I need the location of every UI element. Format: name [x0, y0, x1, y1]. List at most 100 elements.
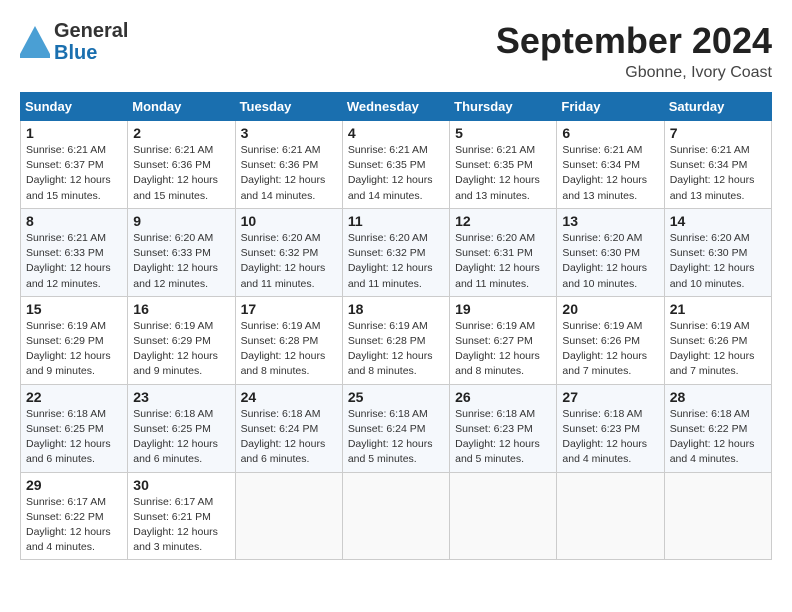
- day-number: 14: [670, 213, 766, 229]
- day-number: 13: [562, 213, 658, 229]
- calendar-cell: [664, 472, 771, 560]
- day-info: Sunrise: 6:19 AM Sunset: 6:28 PM Dayligh…: [241, 319, 337, 380]
- day-info: Sunrise: 6:18 AM Sunset: 6:25 PM Dayligh…: [26, 407, 122, 468]
- calendar-cell: [342, 472, 449, 560]
- day-info: Sunrise: 6:20 AM Sunset: 6:33 PM Dayligh…: [133, 231, 229, 292]
- day-number: 15: [26, 301, 122, 317]
- day-number: 12: [455, 213, 551, 229]
- day-info: Sunrise: 6:18 AM Sunset: 6:25 PM Dayligh…: [133, 407, 229, 468]
- day-info: Sunrise: 6:18 AM Sunset: 6:23 PM Dayligh…: [455, 407, 551, 468]
- day-number: 17: [241, 301, 337, 317]
- day-info: Sunrise: 6:19 AM Sunset: 6:27 PM Dayligh…: [455, 319, 551, 380]
- day-number: 28: [670, 389, 766, 405]
- day-info: Sunrise: 6:19 AM Sunset: 6:28 PM Dayligh…: [348, 319, 444, 380]
- day-number: 21: [670, 301, 766, 317]
- calendar-cell: 11 Sunrise: 6:20 AM Sunset: 6:32 PM Dayl…: [342, 208, 449, 296]
- calendar-week-2: 8 Sunrise: 6:21 AM Sunset: 6:33 PM Dayli…: [21, 208, 772, 296]
- calendar-header-tuesday: Tuesday: [235, 93, 342, 121]
- day-number: 18: [348, 301, 444, 317]
- day-info: Sunrise: 6:18 AM Sunset: 6:22 PM Dayligh…: [670, 407, 766, 468]
- day-number: 27: [562, 389, 658, 405]
- day-number: 10: [241, 213, 337, 229]
- day-number: 26: [455, 389, 551, 405]
- day-info: Sunrise: 6:20 AM Sunset: 6:31 PM Dayligh…: [455, 231, 551, 292]
- day-info: Sunrise: 6:18 AM Sunset: 6:24 PM Dayligh…: [348, 407, 444, 468]
- day-info: Sunrise: 6:21 AM Sunset: 6:34 PM Dayligh…: [562, 143, 658, 204]
- calendar-cell: 4 Sunrise: 6:21 AM Sunset: 6:35 PM Dayli…: [342, 121, 449, 209]
- day-number: 4: [348, 125, 444, 141]
- day-info: Sunrise: 6:21 AM Sunset: 6:33 PM Dayligh…: [26, 231, 122, 292]
- calendar-header-friday: Friday: [557, 93, 664, 121]
- day-info: Sunrise: 6:19 AM Sunset: 6:29 PM Dayligh…: [26, 319, 122, 380]
- page-header: General Blue September 2024 Gbonne, Ivor…: [20, 20, 772, 82]
- calendar-cell: 17 Sunrise: 6:19 AM Sunset: 6:28 PM Dayl…: [235, 296, 342, 384]
- calendar-cell: 24 Sunrise: 6:18 AM Sunset: 6:24 PM Dayl…: [235, 384, 342, 472]
- calendar-cell: 1 Sunrise: 6:21 AM Sunset: 6:37 PM Dayli…: [21, 121, 128, 209]
- calendar-cell: 3 Sunrise: 6:21 AM Sunset: 6:36 PM Dayli…: [235, 121, 342, 209]
- day-number: 7: [670, 125, 766, 141]
- calendar-header-thursday: Thursday: [450, 93, 557, 121]
- calendar-body: 1 Sunrise: 6:21 AM Sunset: 6:37 PM Dayli…: [21, 121, 772, 560]
- day-number: 2: [133, 125, 229, 141]
- calendar-cell: 20 Sunrise: 6:19 AM Sunset: 6:26 PM Dayl…: [557, 296, 664, 384]
- day-info: Sunrise: 6:20 AM Sunset: 6:32 PM Dayligh…: [241, 231, 337, 292]
- calendar-week-1: 1 Sunrise: 6:21 AM Sunset: 6:37 PM Dayli…: [21, 121, 772, 209]
- day-number: 6: [562, 125, 658, 141]
- day-info: Sunrise: 6:21 AM Sunset: 6:36 PM Dayligh…: [133, 143, 229, 204]
- calendar-header-row: SundayMondayTuesdayWednesdayThursdayFrid…: [21, 93, 772, 121]
- logo-text: General Blue: [54, 20, 128, 64]
- calendar-cell: 15 Sunrise: 6:19 AM Sunset: 6:29 PM Dayl…: [21, 296, 128, 384]
- logo-icon: [20, 26, 50, 58]
- day-number: 5: [455, 125, 551, 141]
- day-info: Sunrise: 6:19 AM Sunset: 6:26 PM Dayligh…: [670, 319, 766, 380]
- day-number: 25: [348, 389, 444, 405]
- calendar-header-wednesday: Wednesday: [342, 93, 449, 121]
- calendar-cell: 28 Sunrise: 6:18 AM Sunset: 6:22 PM Dayl…: [664, 384, 771, 472]
- day-number: 22: [26, 389, 122, 405]
- calendar-cell: 8 Sunrise: 6:21 AM Sunset: 6:33 PM Dayli…: [21, 208, 128, 296]
- calendar-cell: 9 Sunrise: 6:20 AM Sunset: 6:33 PM Dayli…: [128, 208, 235, 296]
- day-info: Sunrise: 6:21 AM Sunset: 6:36 PM Dayligh…: [241, 143, 337, 204]
- title-block: September 2024 Gbonne, Ivory Coast: [496, 20, 772, 82]
- day-number: 23: [133, 389, 229, 405]
- calendar-cell: 29 Sunrise: 6:17 AM Sunset: 6:22 PM Dayl…: [21, 472, 128, 560]
- day-info: Sunrise: 6:21 AM Sunset: 6:35 PM Dayligh…: [455, 143, 551, 204]
- calendar-cell: 16 Sunrise: 6:19 AM Sunset: 6:29 PM Dayl…: [128, 296, 235, 384]
- location-title: Gbonne, Ivory Coast: [496, 64, 772, 82]
- day-number: 3: [241, 125, 337, 141]
- calendar-cell: 22 Sunrise: 6:18 AM Sunset: 6:25 PM Dayl…: [21, 384, 128, 472]
- day-number: 16: [133, 301, 229, 317]
- day-info: Sunrise: 6:21 AM Sunset: 6:34 PM Dayligh…: [670, 143, 766, 204]
- calendar-header-saturday: Saturday: [664, 93, 771, 121]
- day-info: Sunrise: 6:21 AM Sunset: 6:37 PM Dayligh…: [26, 143, 122, 204]
- calendar-cell: 10 Sunrise: 6:20 AM Sunset: 6:32 PM Dayl…: [235, 208, 342, 296]
- calendar-cell: 23 Sunrise: 6:18 AM Sunset: 6:25 PM Dayl…: [128, 384, 235, 472]
- day-number: 1: [26, 125, 122, 141]
- calendar-header-sunday: Sunday: [21, 93, 128, 121]
- calendar-cell: 13 Sunrise: 6:20 AM Sunset: 6:30 PM Dayl…: [557, 208, 664, 296]
- day-number: 24: [241, 389, 337, 405]
- day-number: 9: [133, 213, 229, 229]
- day-info: Sunrise: 6:18 AM Sunset: 6:24 PM Dayligh…: [241, 407, 337, 468]
- calendar-cell: 27 Sunrise: 6:18 AM Sunset: 6:23 PM Dayl…: [557, 384, 664, 472]
- day-info: Sunrise: 6:19 AM Sunset: 6:26 PM Dayligh…: [562, 319, 658, 380]
- day-info: Sunrise: 6:20 AM Sunset: 6:30 PM Dayligh…: [670, 231, 766, 292]
- calendar-week-4: 22 Sunrise: 6:18 AM Sunset: 6:25 PM Dayl…: [21, 384, 772, 472]
- day-number: 20: [562, 301, 658, 317]
- calendar-cell: 18 Sunrise: 6:19 AM Sunset: 6:28 PM Dayl…: [342, 296, 449, 384]
- calendar-cell: [450, 472, 557, 560]
- day-info: Sunrise: 6:18 AM Sunset: 6:23 PM Dayligh…: [562, 407, 658, 468]
- calendar-cell: 6 Sunrise: 6:21 AM Sunset: 6:34 PM Dayli…: [557, 121, 664, 209]
- day-number: 30: [133, 477, 229, 493]
- calendar-cell: 5 Sunrise: 6:21 AM Sunset: 6:35 PM Dayli…: [450, 121, 557, 209]
- calendar-cell: 21 Sunrise: 6:19 AM Sunset: 6:26 PM Dayl…: [664, 296, 771, 384]
- calendar-cell: 26 Sunrise: 6:18 AM Sunset: 6:23 PM Dayl…: [450, 384, 557, 472]
- day-number: 19: [455, 301, 551, 317]
- day-info: Sunrise: 6:17 AM Sunset: 6:22 PM Dayligh…: [26, 495, 122, 556]
- calendar-cell: 25 Sunrise: 6:18 AM Sunset: 6:24 PM Dayl…: [342, 384, 449, 472]
- calendar-cell: 7 Sunrise: 6:21 AM Sunset: 6:34 PM Dayli…: [664, 121, 771, 209]
- calendar-cell: 30 Sunrise: 6:17 AM Sunset: 6:21 PM Dayl…: [128, 472, 235, 560]
- calendar-cell: 2 Sunrise: 6:21 AM Sunset: 6:36 PM Dayli…: [128, 121, 235, 209]
- day-number: 11: [348, 213, 444, 229]
- calendar-cell: [557, 472, 664, 560]
